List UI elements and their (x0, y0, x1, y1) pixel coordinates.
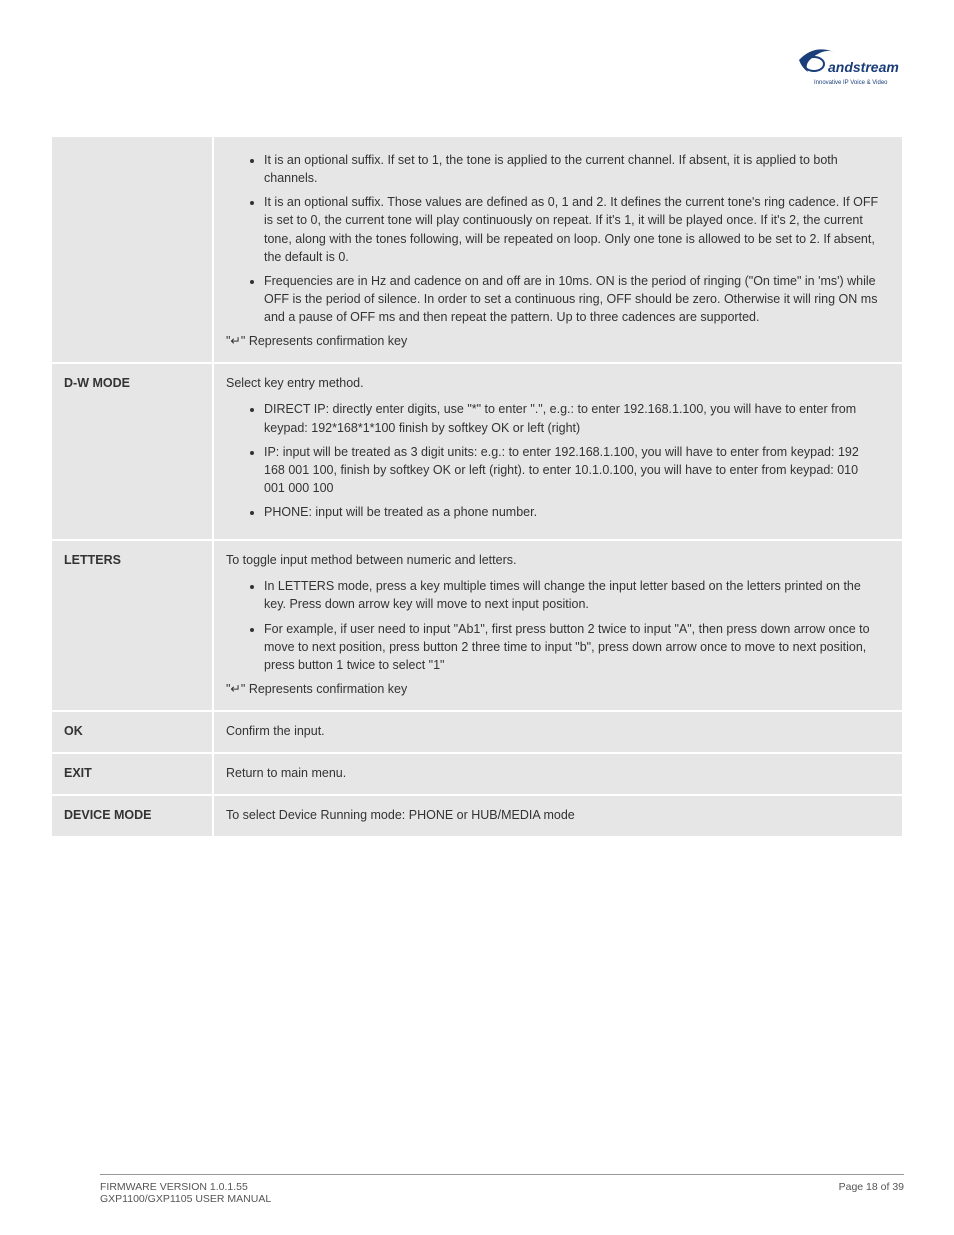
firmware-version: FIRMWARE VERSION 1.0.1.55 (100, 1181, 248, 1193)
row-label (52, 137, 212, 362)
brand-logo: andstream Innovative IP Voice & Video (794, 42, 904, 102)
row-bullet-list: DIRECT IP: directly enter digits, use "*… (226, 400, 890, 521)
row-label: D-W MODE (52, 364, 212, 539)
page-footer: FIRMWARE VERSION 1.0.1.55 GXP1100/GXP110… (100, 1174, 904, 1205)
list-item: IP: input will be treated as 3 digit uni… (264, 443, 890, 497)
footer-page-number: Page 18 of 39 (839, 1181, 904, 1205)
row-plain-text: Return to main menu. (226, 764, 890, 782)
list-item: For example, if user need to input "Ab1"… (264, 620, 890, 674)
row-content: It is an optional suffix. If set to 1, t… (214, 137, 902, 362)
row-content: Confirm the input. (214, 712, 902, 752)
row-intro: To toggle input method between numeric a… (226, 551, 890, 569)
row-content: To select Device Running mode: PHONE or … (214, 796, 902, 836)
logo-brand-text: andstream (828, 59, 899, 75)
row-intro: Select key entry method. (226, 374, 890, 392)
table-row: DEVICE MODE To select Device Running mode… (52, 796, 902, 836)
logo-tagline-text: Innovative IP Voice & Video (814, 80, 888, 86)
row-note: "↵" Represents confirmation key (226, 332, 890, 350)
row-label: EXIT (52, 754, 212, 794)
row-content: Select key entry method. DIRECT IP: direc… (214, 364, 902, 539)
list-item: Frequencies are in Hz and cadence on and… (264, 272, 890, 326)
row-content: Return to main menu. (214, 754, 902, 794)
list-item: PHONE: input will be treated as a phone … (264, 503, 890, 521)
row-bullet-list: In LETTERS mode, press a key multiple ti… (226, 577, 890, 674)
table-row: It is an optional suffix. If set to 1, t… (52, 137, 902, 362)
row-label: DEVICE MODE (52, 796, 212, 836)
footer-left: FIRMWARE VERSION 1.0.1.55 GXP1100/GXP110… (100, 1181, 271, 1205)
table-row: EXIT Return to main menu. (52, 754, 902, 794)
row-label: LETTERS (52, 541, 212, 710)
settings-table: It is an optional suffix. If set to 1, t… (50, 135, 904, 838)
table-row: OK Confirm the input. (52, 712, 902, 752)
list-item: DIRECT IP: directly enter digits, use "*… (264, 400, 890, 436)
table-row: D-W MODE Select key entry method. DIRECT I… (52, 364, 902, 539)
row-label: OK (52, 712, 212, 752)
list-item: In LETTERS mode, press a key multiple ti… (264, 577, 890, 613)
list-item: It is an optional suffix. If set to 1, t… (264, 151, 890, 187)
row-content: To toggle input method between numeric a… (214, 541, 902, 710)
table-row: LETTERS To toggle input method between nu… (52, 541, 902, 710)
row-plain-text: Confirm the input. (226, 722, 890, 740)
list-item: It is an optional suffix. Those values a… (264, 193, 890, 266)
grandstream-logo-icon: andstream Innovative IP Voice & Video (794, 42, 904, 90)
row-bullet-list: It is an optional suffix. If set to 1, t… (226, 151, 890, 326)
manual-title: GXP1100/GXP1105 USER MANUAL (100, 1193, 271, 1205)
row-plain-text: To select Device Running mode: PHONE or … (226, 806, 890, 824)
row-note: "↵" Represents confirmation key (226, 680, 890, 698)
